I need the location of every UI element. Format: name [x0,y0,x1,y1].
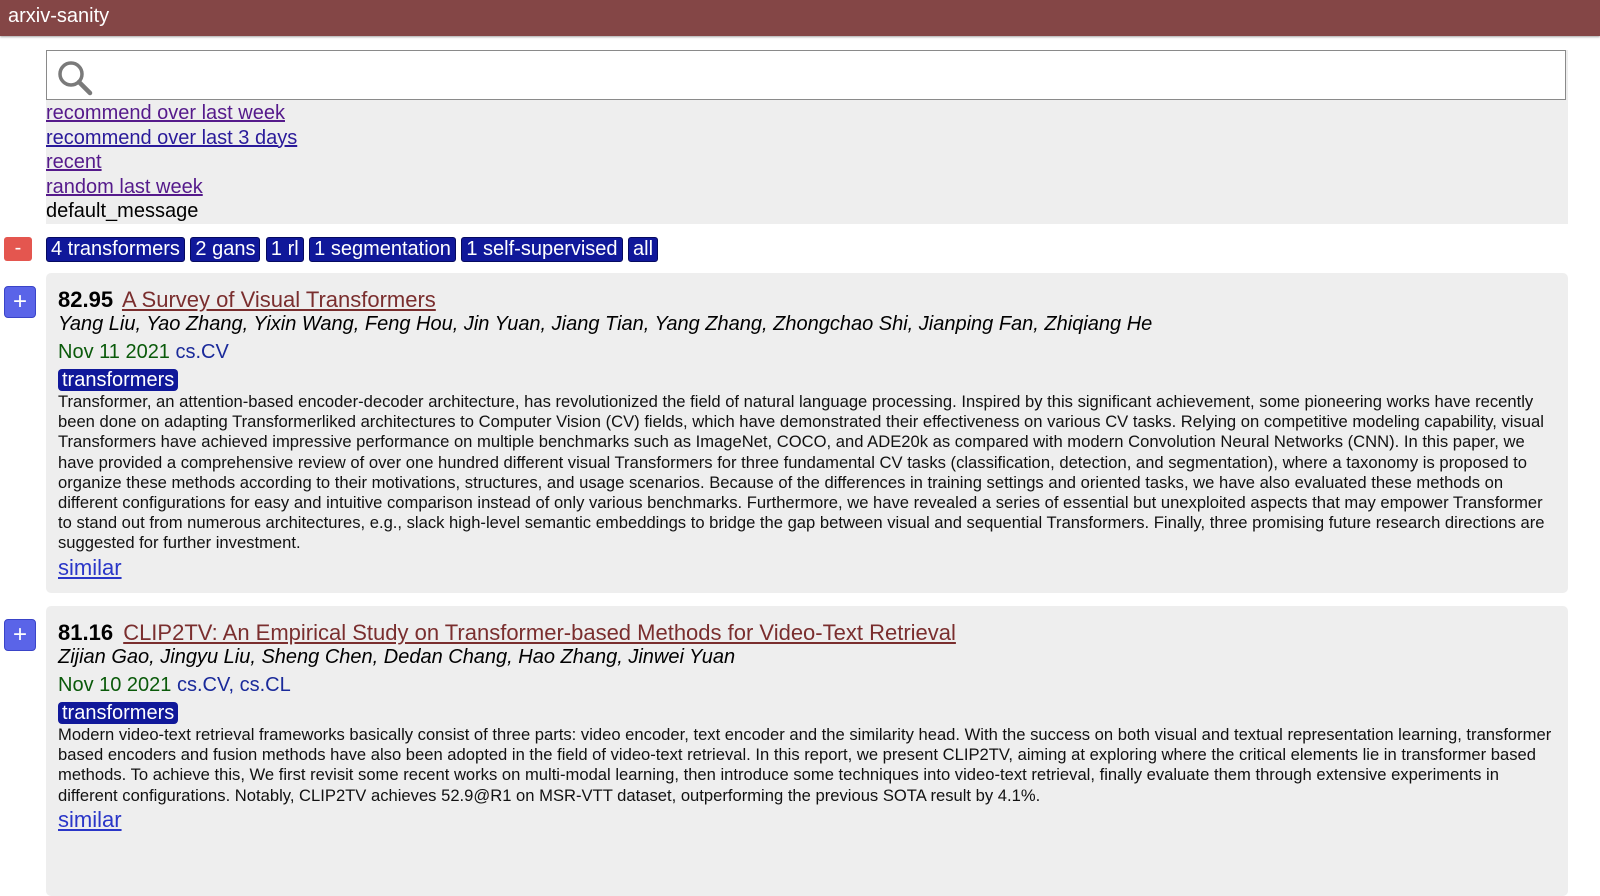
link-recommend-last-week[interactable]: recommend over last week [46,101,297,126]
add-paper-button[interactable]: + [4,286,36,318]
tag-self-supervised[interactable]: 1 self-supervised [461,237,623,262]
link-random-last-week[interactable]: random last week [46,175,297,200]
paper-categories: cs.CV [175,341,229,363]
similar-link[interactable]: similar [58,555,122,581]
paper-categories: cs.CV, cs.CL [176,674,291,696]
tag-all[interactable]: all [628,237,659,262]
paper-card: 82.95 A Survey of Visual Transformers Ya… [46,273,1568,593]
paper-date-line: Nov 10 2021 cs.CV, cs.CL [58,672,1556,698]
tag-segmentation[interactable]: 1 segmentation [309,237,456,262]
paper-title-line: 82.95 A Survey of Visual Transformers [58,287,1556,313]
paper-score: 82.95 [58,287,114,312]
paper-authors: Yang Liu, Yao Zhang, Yixin Wang, Feng Ho… [58,313,1153,335]
site-title-link[interactable]: arxiv-sanity [8,5,109,28]
paper-title-link[interactable]: A Survey of Visual Transformers [122,287,436,312]
link-recent[interactable]: recent [46,150,297,175]
similar-link[interactable]: similar [58,807,122,833]
paper-abstract: Transformer, an attention-based encoder-… [58,392,1545,553]
top-header-bar: arxiv-sanity [0,0,1600,36]
paper-title-link[interactable]: CLIP2TV: An Empirical Study on Transform… [123,620,956,645]
link-recommend-last-3-days[interactable]: recommend over last 3 days [46,126,297,151]
tag-list: 4 transformers 2 gans 1 rl 1 segmentatio… [46,237,659,262]
paper-date-line: Nov 11 2021 cs.CV [58,339,1556,365]
paper-title-line: 81.16 CLIP2TV: An Empirical Study on Tra… [58,620,1556,646]
tag-filter-row: - 4 transformers 2 gans 1 rl 1 segmentat… [0,236,1600,262]
tag-transformers[interactable]: 4 transformers [46,237,185,262]
paper-tag[interactable]: transformers [58,702,179,724]
nav-links: recommend over last week recommend over … [46,101,297,224]
paper-date: Nov 11 2021 [58,341,170,363]
tag-rl[interactable]: 1 rl [265,237,304,262]
paper-tag[interactable]: transformers [58,369,179,391]
paper-score: 81.16 [58,620,114,645]
status-message: default_message [46,200,199,222]
collapse-tags-button[interactable]: - [4,237,32,261]
add-paper-button[interactable]: + [4,619,36,651]
paper-card: 81.16 CLIP2TV: An Empirical Study on Tra… [46,606,1568,896]
search-icon [56,59,96,102]
tag-gans[interactable]: 2 gans [190,237,261,262]
paper-date: Nov 10 2021 [58,674,172,696]
paper-authors: Zijian Gao, Jingyu Liu, Sheng Chen, Deda… [58,646,736,668]
paper-abstract: Modern video-text retrieval frameworks b… [58,725,1552,805]
search-input[interactable] [46,50,1566,100]
